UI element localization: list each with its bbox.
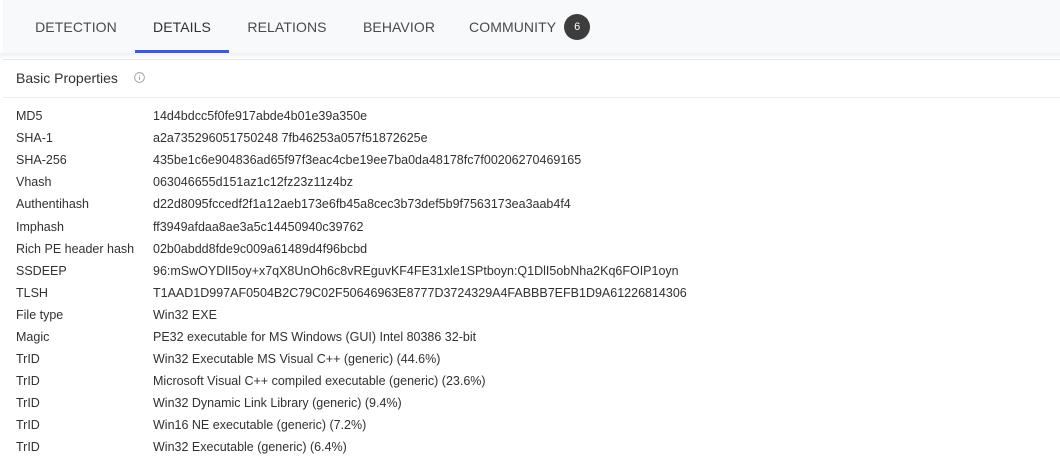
property-row: TrID Win32 Executable (generic) (6.4%) xyxy=(16,436,1056,456)
property-key: TrID xyxy=(16,440,40,455)
tab-community[interactable]: COMMUNITY 6 xyxy=(469,0,599,53)
file-report-page: DETECTION DETAILS RELATIONS BEHAVIOR COM… xyxy=(0,0,1060,456)
property-row: TLSH T1AAD1D997AF0504B2C79C02F50646963E87… xyxy=(16,282,1056,304)
property-value[interactable]: Win32 Executable MS Visual C++ (generic)… xyxy=(153,352,1056,366)
community-count-badge: 6 xyxy=(564,13,591,40)
property-key: MD5 xyxy=(16,109,43,124)
property-row: TrID Win16 NE executable (generic) (7.2%) xyxy=(16,414,1056,436)
property-row: SHA-256 435be1c6e904836ad65f97f3eac4cbe19… xyxy=(16,149,1056,171)
tab-behavior-label: BEHAVIOR xyxy=(362,18,436,35)
property-value[interactable]: Win32 EXE xyxy=(153,308,1056,322)
property-row: TrID Win32 Executable MS Visual C++ (gene… xyxy=(16,348,1056,370)
property-key: File type xyxy=(16,307,64,322)
property-row: Imphash ff3949afdaa8ae3a5c14450940c39762 xyxy=(16,215,1056,237)
basic-properties-card: Basic Properties MD5 14d4bdcc5f0fe917abde… xyxy=(3,59,1060,456)
tab-detection-label: DETECTION xyxy=(35,18,117,35)
property-value[interactable]: 96:mSwOYDlI5oy+x7qX8UnOh6c8vREguvKF4FE31… xyxy=(153,264,1056,278)
property-row: TrID Win32 Dynamic Link Library (generic)… xyxy=(16,392,1056,414)
property-value[interactable]: d22d8095fccedf2f1a12aeb173e6fb45a8cec3b7… xyxy=(153,197,1056,211)
tab-relations[interactable]: RELATIONS xyxy=(245,0,329,53)
tab-community-label: COMMUNITY xyxy=(469,18,557,35)
tab-bar: DETECTION DETAILS RELATIONS BEHAVIOR COM… xyxy=(3,0,1060,53)
property-key: TrID xyxy=(16,418,40,433)
property-key: Rich PE header hash xyxy=(16,241,135,256)
property-row: File type Win32 EXE xyxy=(16,304,1056,326)
property-key: TrID xyxy=(16,352,40,367)
property-row: SSDEEP 96:mSwOYDlI5oy+x7qX8UnOh6c8vREguvK… xyxy=(16,260,1056,282)
property-value[interactable]: Win32 Executable (generic) (6.4%) xyxy=(153,440,1056,454)
tab-details[interactable]: DETAILS xyxy=(135,0,229,53)
property-value[interactable]: 063046655d151az1c12fz23z11z4bz xyxy=(153,175,1056,189)
property-row: Authentihash d22d8095fccedf2f1a12aeb173e6… xyxy=(16,193,1056,215)
property-value[interactable]: ff3949afdaa8ae3a5c14450940c39762 xyxy=(153,220,1056,234)
property-value[interactable]: Win32 Dynamic Link Library (generic) (9.… xyxy=(153,396,1056,410)
property-key: TLSH xyxy=(16,285,48,300)
property-row: TrID Microsoft Visual C++ compiled execut… xyxy=(16,370,1056,392)
section-title: Basic Properties xyxy=(16,70,118,86)
tab-relations-label: RELATIONS xyxy=(247,18,327,35)
property-value[interactable]: Win16 NE executable (generic) (7.2%) xyxy=(153,418,1056,432)
property-value[interactable]: Microsoft Visual C++ compiled executable… xyxy=(153,374,1056,388)
property-row: Vhash 063046655d151az1c12fz23z11z4bz xyxy=(16,171,1056,193)
property-key: Vhash xyxy=(16,175,52,190)
tab-details-label: DETAILS xyxy=(152,18,211,35)
property-key: TrID xyxy=(16,396,40,411)
property-row: SHA-1 a2a735296051750248 7fb46253a057f518… xyxy=(16,127,1056,149)
card-header: Basic Properties xyxy=(3,60,1060,98)
property-key: Magic xyxy=(16,329,50,344)
property-key: Imphash xyxy=(16,219,64,234)
property-value[interactable]: T1AAD1D997AF0504B2C79C02F50646963E8777D3… xyxy=(153,286,1056,300)
property-value[interactable]: PE32 executable for MS Windows (GUI) Int… xyxy=(153,330,1056,344)
property-key: SSDEEP xyxy=(16,263,67,278)
property-key: SHA-1 xyxy=(16,131,53,146)
property-row: Rich PE header hash 02b0abdd8fde9c009a614… xyxy=(16,238,1056,260)
property-key: SHA-256 xyxy=(16,153,67,168)
properties-list: MD5 14d4bdcc5f0fe917abde4b01e39a350e SHA-1… xyxy=(16,105,1056,456)
property-value[interactable]: a2a735296051750248 7fb46253a057f51872625… xyxy=(153,131,1056,145)
property-value[interactable]: 435be1c6e904836ad65f97f3eac4cbe19ee7ba0d… xyxy=(153,153,1056,167)
tab-behavior[interactable]: BEHAVIOR xyxy=(359,0,439,53)
property-row: MD5 14d4bdcc5f0fe917abde4b01e39a350e xyxy=(16,105,1056,127)
property-row: Magic PE32 executable for MS Windows (GUI… xyxy=(16,326,1056,348)
property-value[interactable]: 14d4bdcc5f0fe917abde4b01e39a350e xyxy=(153,109,1056,123)
property-value[interactable]: 02b0abdd8fde9c009a61489d4f96bcbd xyxy=(153,242,1056,256)
info-circle-icon[interactable] xyxy=(134,72,145,83)
tab-detection[interactable]: DETECTION xyxy=(33,0,119,53)
property-key: Authentihash xyxy=(16,197,89,212)
property-key: TrID xyxy=(16,374,40,389)
